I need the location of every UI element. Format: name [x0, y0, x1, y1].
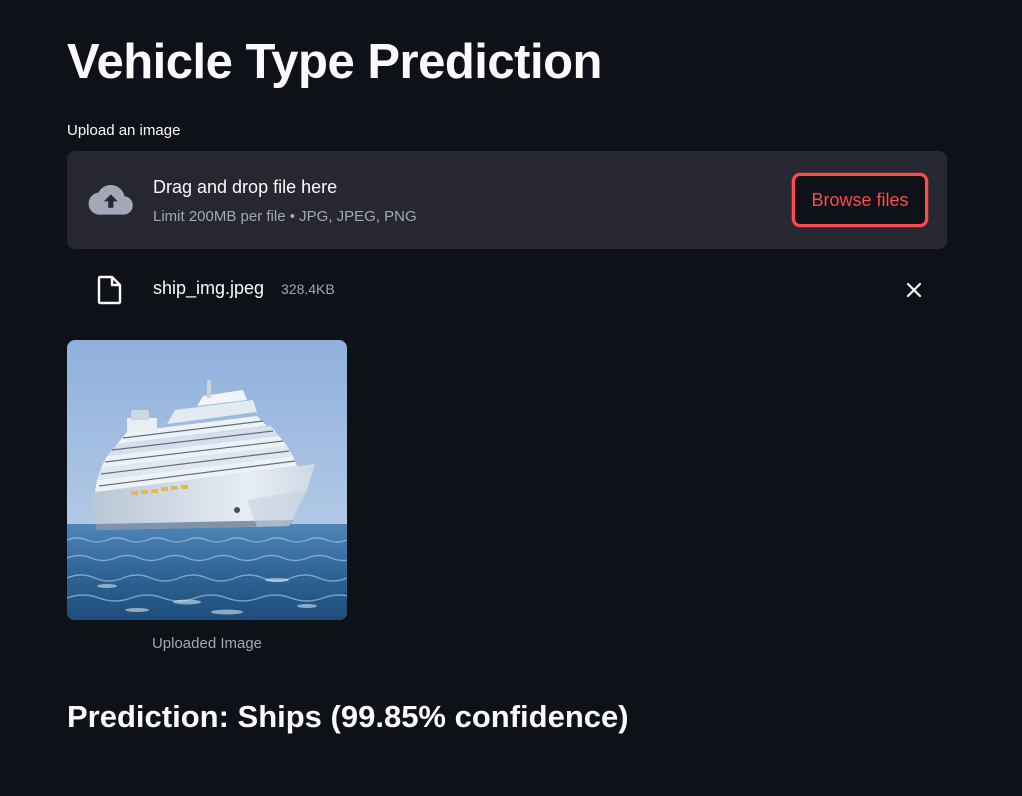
browse-files-button[interactable]: Browse files: [792, 173, 928, 227]
uploaded-file-name: ship_img.jpeg: [153, 278, 265, 298]
file-dropzone[interactable]: Drag and drop file here Limit 200MB per …: [67, 151, 947, 249]
upload-label: Upload an image: [67, 122, 181, 139]
uploaded-file-size: 328.4KB: [281, 281, 335, 297]
image-caption: Uploaded Image: [151, 635, 263, 652]
uploaded-image: [67, 340, 347, 620]
close-icon[interactable]: [904, 280, 924, 300]
prediction-result: Prediction: Ships (99.85% confidence): [67, 699, 629, 734]
cloud-upload-icon: [88, 185, 133, 215]
uploaded-file-row: ship_img.jpeg 328.4KB: [67, 268, 947, 312]
dropzone-limits: Limit 200MB per file • JPG, JPEG, PNG: [153, 208, 417, 225]
file-icon: [97, 275, 122, 305]
page-title: Vehicle Type Prediction: [67, 35, 602, 89]
app-main: Vehicle Type Prediction Upload an image …: [0, 0, 1022, 796]
ship-photo: [67, 340, 347, 620]
dropzone-instructions: Drag and drop file here: [153, 177, 338, 197]
